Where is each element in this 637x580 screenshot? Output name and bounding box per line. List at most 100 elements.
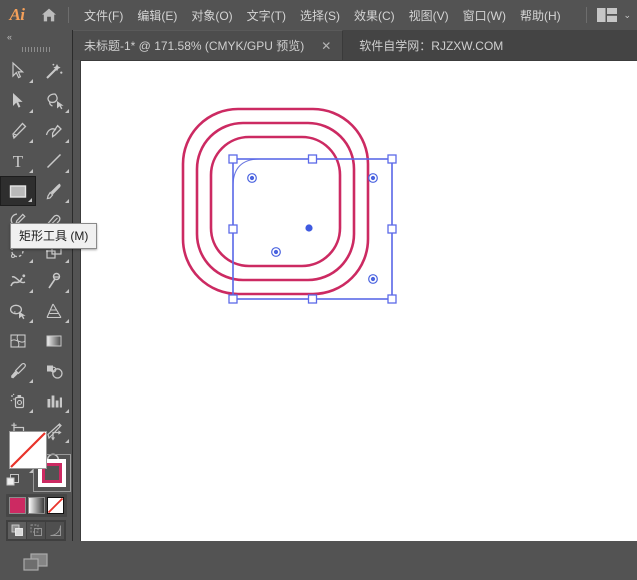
- swap-fill-stroke-icon[interactable]: [50, 428, 65, 448]
- none-slash-icon: [48, 498, 63, 513]
- handle-tr: [387, 154, 397, 164]
- selection-center-point: [305, 224, 313, 232]
- tool-flyout-corner-icon: [65, 319, 69, 323]
- draw-mode-buttons: [6, 520, 66, 541]
- live-corner-widget-br: [368, 274, 378, 284]
- collapse-panel-icon[interactable]: «: [0, 30, 72, 44]
- menu-type[interactable]: 文字(T): [240, 4, 293, 27]
- screen-mode-icon: [22, 553, 48, 571]
- no-fill-slash-icon: [10, 432, 46, 468]
- handle-ml: [228, 224, 238, 234]
- menu-divider: [68, 7, 69, 23]
- line-segment-tool[interactable]: [36, 146, 72, 176]
- tool-flyout-corner-icon: [29, 169, 33, 173]
- tool-flyout-corner-icon: [28, 198, 32, 202]
- handle-br: [387, 294, 397, 304]
- live-corner-widget-tr: [368, 173, 378, 183]
- menu-bar: Ai 文件(F) 编辑(E) 对象(O) 文字(T) 选择(S) 效果(C) 视…: [0, 0, 637, 30]
- tool-tooltip: 矩形工具 (M): [10, 223, 98, 249]
- perspective-grid-tool[interactable]: [36, 296, 72, 326]
- mesh-tool[interactable]: [0, 326, 36, 356]
- color-controls: [0, 428, 71, 571]
- curvature-tool[interactable]: [36, 116, 72, 146]
- menu-edit[interactable]: 编辑(E): [130, 4, 184, 27]
- column-graph-tool[interactable]: [36, 386, 72, 416]
- fill-swatch[interactable]: [9, 431, 47, 469]
- document-tab[interactable]: 未标题-1* @ 171.58% (CMYK/GPU 预览) ✕: [72, 30, 344, 60]
- type-tool[interactable]: T: [0, 146, 36, 176]
- tool-flyout-corner-icon: [29, 319, 33, 323]
- draw-inside-button[interactable]: [46, 522, 64, 539]
- tool-flyout-corner-icon: [65, 169, 69, 173]
- fill-stroke-group: [0, 428, 71, 492]
- tool-flyout-corner-icon: [29, 379, 33, 383]
- home-icon[interactable]: [34, 0, 64, 30]
- panel-drag-handle[interactable]: [0, 44, 72, 55]
- live-corner-widget-bl: [271, 247, 281, 257]
- screen-mode-button[interactable]: [0, 546, 71, 580]
- width-tool[interactable]: [0, 266, 36, 296]
- tool-flyout-corner-icon: [29, 79, 33, 83]
- tool-flyout-corner-icon: [65, 109, 69, 113]
- menu-select[interactable]: 选择(S): [293, 4, 347, 27]
- magic-wand-tool[interactable]: [36, 56, 72, 86]
- tool-flyout-corner-icon: [65, 199, 69, 203]
- tool-flyout-corner-icon: [29, 409, 33, 413]
- watermark-text: 软件自学网：RJZXW.COM: [359, 38, 504, 53]
- shape-builder-tool[interactable]: [0, 296, 36, 326]
- artwork-svg: [181, 107, 397, 304]
- tool-flyout-corner-icon: [65, 139, 69, 143]
- artboard-surface[interactable]: [80, 60, 637, 541]
- canvas-area[interactable]: [72, 60, 637, 541]
- tool-flyout-corner-icon: [65, 289, 69, 293]
- pen-tool[interactable]: [0, 116, 36, 146]
- draw-normal-button[interactable]: [8, 522, 26, 539]
- live-corner-widget-tl: [247, 173, 257, 183]
- selection-tool[interactable]: [0, 56, 36, 86]
- blend-tool[interactable]: [36, 356, 72, 386]
- gradient-mode-button[interactable]: [28, 497, 45, 514]
- handle-tc: [307, 154, 318, 164]
- none-mode-button[interactable]: [47, 497, 64, 514]
- color-mode-buttons: [6, 494, 67, 517]
- tool-grid: T: [0, 56, 72, 476]
- tool-flyout-corner-icon: [65, 259, 69, 263]
- symbol-sprayer-tool[interactable]: [0, 386, 36, 416]
- workspace-layout-icon[interactable]: [597, 8, 618, 22]
- menu-file[interactable]: 文件(F): [77, 4, 130, 27]
- menu-object[interactable]: 对象(O): [184, 4, 239, 27]
- lasso-tool[interactable]: [36, 86, 72, 116]
- menu-view[interactable]: 视图(V): [402, 4, 456, 27]
- handle-tl: [228, 154, 238, 164]
- handle-mr: [387, 224, 397, 234]
- concentric-rounded-rectangles: [181, 107, 370, 296]
- document-tab-bar: 未标题-1* @ 171.58% (CMYK/GPU 预览) ✕ 软件自学网：R…: [0, 30, 637, 60]
- chevron-down-icon[interactable]: ⌄: [623, 10, 631, 21]
- handle-bc: [307, 294, 318, 304]
- handle-bl: [228, 294, 238, 304]
- tool-flyout-corner-icon: [29, 139, 33, 143]
- free-transform-tool[interactable]: [36, 266, 72, 296]
- menu-help[interactable]: 帮助(H): [513, 4, 568, 27]
- paintbrush-tool[interactable]: [36, 176, 72, 206]
- draw-behind-button[interactable]: [27, 522, 45, 539]
- default-fill-stroke-icon[interactable]: [6, 473, 20, 492]
- svg-text:T: T: [13, 152, 24, 171]
- tools-panel: « T 矩形工具 (M): [0, 30, 98, 571]
- document-tab-label: 未标题-1* @ 171.58% (CMYK/GPU 预览): [84, 39, 305, 53]
- gradient-tool[interactable]: [36, 326, 72, 356]
- direct-selection-tool[interactable]: [0, 86, 36, 116]
- menu-item-list: 文件(F) 编辑(E) 对象(O) 文字(T) 选择(S) 效果(C) 视图(V…: [77, 4, 568, 27]
- close-icon[interactable]: ✕: [318, 40, 334, 52]
- eyedropper-tool[interactable]: [0, 356, 36, 386]
- menu-window[interactable]: 窗口(W): [456, 4, 513, 27]
- rectangle-tool[interactable]: [0, 176, 36, 206]
- menubar-right-group: ⌄: [586, 0, 631, 30]
- menubar-right-divider: [586, 7, 588, 23]
- tool-flyout-corner-icon: [29, 289, 33, 293]
- tool-flyout-corner-icon: [65, 409, 69, 413]
- color-mode-button[interactable]: [9, 497, 26, 514]
- illustrator-window: Ai 文件(F) 编辑(E) 对象(O) 文字(T) 选择(S) 效果(C) 视…: [0, 0, 637, 571]
- menu-effect[interactable]: 效果(C): [347, 4, 402, 27]
- tool-flyout-corner-icon: [29, 109, 33, 113]
